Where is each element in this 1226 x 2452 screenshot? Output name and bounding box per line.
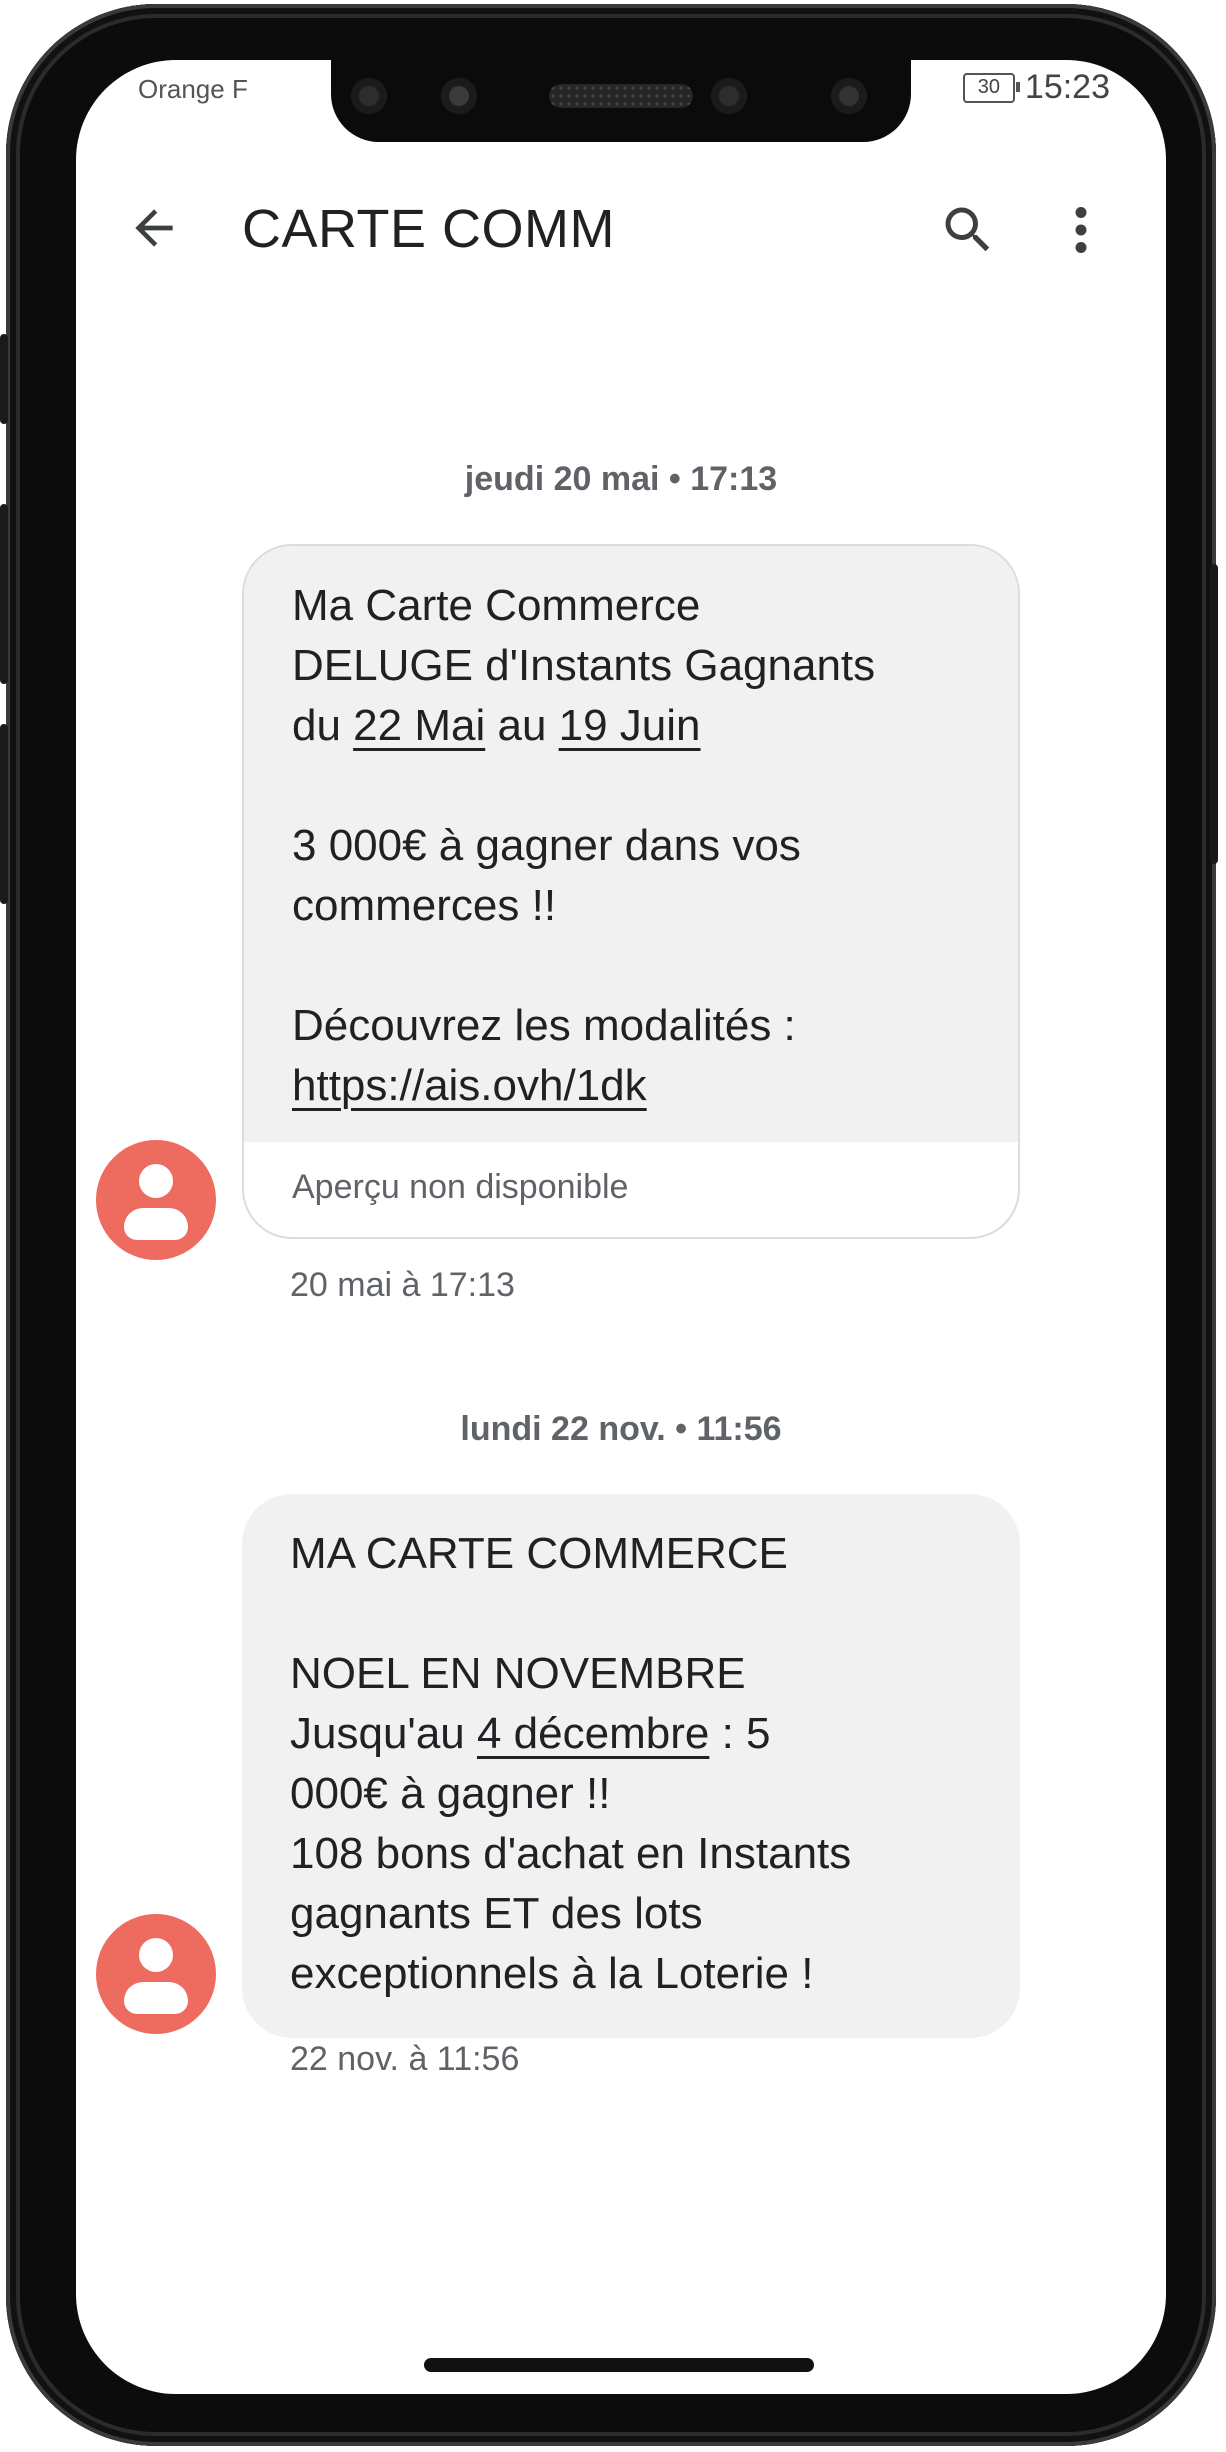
earpiece-speaker: [549, 84, 693, 108]
app-toolbar: CARTE COMM: [76, 170, 1166, 280]
link-preview[interactable]: Aperçu non disponible: [244, 1142, 1018, 1237]
message-line: 3 000€ à gagner dans vos: [292, 821, 801, 870]
message-line: Jusqu'au: [290, 1709, 477, 1758]
volume-down-button: [0, 724, 8, 904]
sensor-icon: [351, 78, 387, 114]
more-vert-icon[interactable]: [1066, 200, 1096, 260]
message-line: DELUGE d'Instants Gagnants: [292, 641, 876, 690]
person-icon-body: [124, 1982, 188, 2014]
power-button: [1210, 564, 1218, 864]
message-line: MA CARTE COMMERCE: [290, 1529, 788, 1578]
person-icon-body: [124, 1208, 188, 1240]
message-bubble[interactable]: Ma Carte Commerce DELUGE d'Instants Gagn…: [242, 544, 1020, 1239]
message-line: commerces !!: [292, 881, 557, 930]
volume-button: [0, 334, 8, 424]
carrier-label: Orange F: [138, 74, 248, 104]
date-separator: jeudi 20 mai • 17:13: [464, 460, 778, 498]
battery-level: 30: [977, 76, 1001, 98]
notch: [331, 60, 911, 142]
status-right: 30 15:23: [962, 68, 1110, 107]
date-link[interactable]: 22 Mai: [353, 701, 485, 750]
message-line: au: [485, 701, 559, 750]
message-text: Ma Carte Commerce DELUGE d'Instants Gagn…: [244, 546, 1018, 1142]
message-line: du: [292, 701, 354, 750]
front-camera-icon: [711, 78, 747, 114]
phone-screen: Orange F 30 15:23 CARTE COMM jeudi 20 ma…: [76, 60, 1166, 2394]
sensor-icon: [831, 78, 867, 114]
message-timestamp: 20 mai à 17:13: [290, 1266, 515, 1304]
person-icon: [139, 1938, 173, 1972]
battery-icon: 30: [962, 72, 1020, 103]
search-icon[interactable]: [938, 200, 998, 260]
volume-up-button: [0, 504, 8, 684]
contact-avatar[interactable]: [96, 1140, 216, 1260]
message-line: NOEL EN NOVEMBRE: [290, 1649, 746, 1698]
message-line: : 5: [709, 1709, 771, 1758]
message-bubble[interactable]: MA CARTE COMMERCE NOEL EN NOVEMBRE Jusqu…: [242, 1494, 1020, 2038]
message-timestamp: 22 nov. à 11:56: [290, 2040, 520, 2078]
date-separator: lundi 22 nov. • 11:56: [460, 1410, 782, 1448]
contact-avatar[interactable]: [96, 1914, 216, 2034]
arrow-back-icon[interactable]: [126, 200, 182, 256]
message-line: Ma Carte Commerce: [292, 581, 701, 630]
conversation-title: CARTE COMM: [242, 199, 616, 259]
message-line: exceptionnels à la Loterie !: [290, 1949, 814, 1998]
status-time: 15:23: [1024, 68, 1110, 106]
message-line: 108 bons d'achat en Instants: [290, 1829, 852, 1878]
date-link[interactable]: 4 décembre: [477, 1709, 709, 1758]
home-indicator[interactable]: [424, 2358, 814, 2372]
url-link[interactable]: https://ais.ovh/1dk: [292, 1061, 647, 1110]
person-icon: [139, 1164, 173, 1198]
phone-frame: Orange F 30 15:23 CARTE COMM jeudi 20 ma…: [0, 4, 1218, 2446]
sensor-icon: [441, 78, 477, 114]
message-line: Découvrez les modalités :: [292, 1001, 796, 1050]
message-line: 000€ à gagner !!: [290, 1769, 611, 1818]
message-line: gagnants ET des lots: [290, 1889, 703, 1938]
date-link[interactable]: 19 Juin: [559, 701, 701, 750]
